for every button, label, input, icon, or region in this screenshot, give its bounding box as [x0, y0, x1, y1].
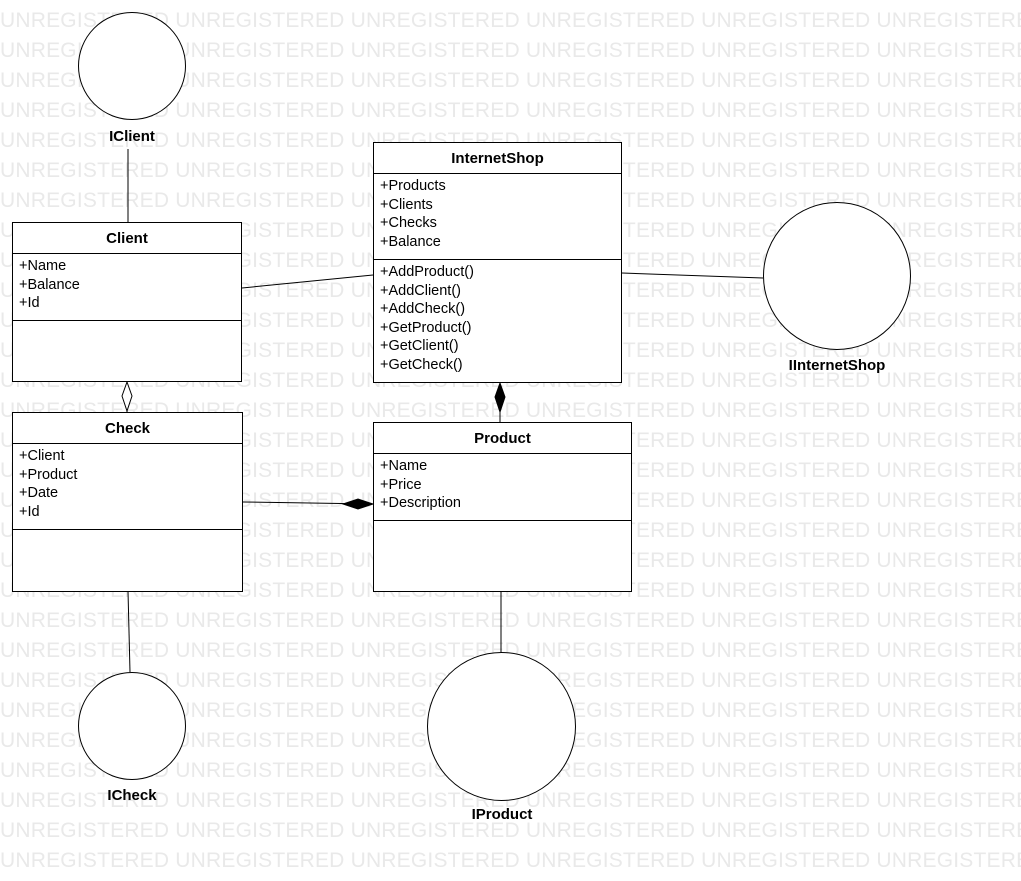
class-internetshop-attributes: +Products +Clients +Checks +Balance [374, 174, 621, 260]
method: +AddCheck() [380, 301, 466, 318]
client-internetshop-association [241, 274, 374, 289]
attribute: +Balance [19, 276, 80, 293]
interface-circle-icon [78, 12, 186, 120]
attribute: +Clients [380, 196, 433, 213]
interface-circle-icon [427, 652, 576, 801]
attribute: +Date [19, 485, 59, 502]
class-product-name: Product [374, 423, 631, 454]
interface-iproduct[interactable] [427, 652, 576, 801]
interface-iclient-label: IClient [109, 128, 155, 145]
class-check-attributes: +Client +Product +Date +Id [13, 444, 242, 530]
class-client-methods [13, 321, 241, 381]
class-product-methods [374, 521, 631, 591]
method: +AddClient() [380, 282, 461, 299]
class-client[interactable]: Client +Name +Balance +Id [12, 222, 242, 382]
method: +GetCheck() [380, 356, 463, 373]
method: +GetProduct() [380, 319, 472, 336]
attribute: +Description [380, 495, 461, 512]
interface-icheck[interactable] [78, 672, 186, 780]
class-internetshop-name: InternetShop [374, 143, 621, 174]
interface-iinternetshop[interactable] [763, 202, 911, 350]
attribute: +Product [19, 466, 78, 483]
attribute: +Products [380, 178, 446, 194]
attribute: +Id [19, 295, 40, 312]
attribute: +Balance [380, 233, 441, 250]
class-product-attributes: +Name +Price +Description [374, 454, 631, 521]
class-client-attributes: +Name +Balance +Id [13, 254, 241, 321]
class-client-name: Client [13, 223, 241, 254]
class-check-name: Check [13, 413, 242, 444]
method: +GetClient() [380, 338, 459, 355]
internetshop-composition-diamond-icon [494, 381, 506, 414]
check-icheck-link [127, 590, 131, 673]
interface-circle-icon [78, 672, 186, 780]
interface-iproduct-label: IProduct [471, 806, 533, 823]
interface-iinternetshop-label: IInternetShop [788, 357, 886, 374]
attribute: +Client [19, 448, 65, 464]
aggregation-diamond-icon [121, 380, 133, 413]
attribute: +Price [380, 476, 422, 493]
product-composition-diamond-icon [341, 498, 375, 510]
method: +AddProduct() [380, 264, 474, 280]
class-check[interactable]: Check +Client +Product +Date +Id [12, 412, 243, 592]
class-internetshop[interactable]: InternetShop +Products +Clients +Checks … [373, 142, 622, 383]
interface-icheck-label: ICheck [107, 787, 157, 804]
class-check-methods [13, 530, 242, 591]
attribute: +Checks [380, 215, 437, 232]
class-product[interactable]: Product +Name +Price +Description [373, 422, 632, 592]
class-internetshop-methods: +AddProduct() +AddClient() +AddCheck() +… [374, 260, 621, 382]
attribute: +Name [380, 458, 428, 474]
internetshop-iinternetshop-link [621, 272, 764, 279]
interface-iclient[interactable] [78, 12, 186, 120]
attribute: +Id [19, 503, 40, 520]
attribute: +Name [19, 258, 67, 274]
interface-circle-icon [763, 202, 911, 350]
